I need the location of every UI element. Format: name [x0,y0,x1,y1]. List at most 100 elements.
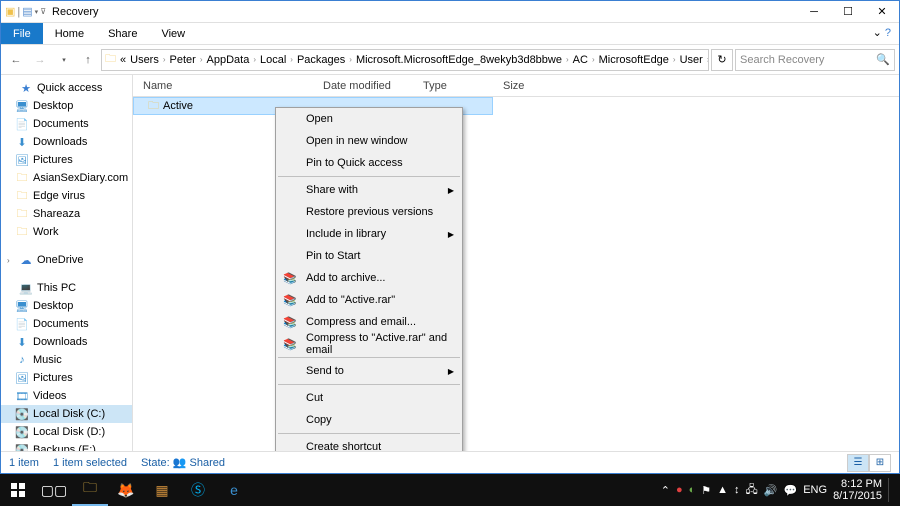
sidebar-item[interactable]: 🗀Edge virus [1,187,132,205]
sidebar-item[interactable]: ⬇Downloads [1,133,132,151]
crumb[interactable]: AppData [205,54,252,66]
sidebar-item[interactable]: 💽Backups (E:) [1,441,132,451]
menu-item-copy[interactable]: Copy [276,409,462,431]
col-date[interactable]: Date modified [313,80,413,92]
sidebar-item[interactable]: 🖼Pictures [1,151,132,169]
tray-action-center-icon[interactable]: 💬 [784,484,798,497]
sidebar-item[interactable]: ♪Music [1,351,132,369]
menu-item-cut[interactable]: Cut [276,387,462,409]
tray-clock[interactable]: 8:12 PM 8/17/2015 [833,478,882,502]
sidebar-item[interactable]: 🖥Desktop [1,97,132,115]
crumb[interactable]: Peter [168,54,198,66]
menu-label: Include in library [306,228,386,240]
menu-item-pin-to-start[interactable]: Pin to Start [276,245,462,267]
sidebar-item-local-disk-c[interactable]: 💽Local Disk (C:) [1,405,132,423]
task-view-button[interactable]: ▢▢ [36,474,72,506]
sidebar-item[interactable]: 🗀Shareaza [1,205,132,223]
menu-icon: 📚 [282,316,298,329]
crumb[interactable]: Microsoft.MicrosoftEdge_8wekyb3d8bbwe [354,54,564,66]
file-list[interactable]: 🗀 Active OpenOpen in new windowPin to Qu… [133,97,899,451]
menu-item-restore-previous-versions[interactable]: Restore previous versions [276,201,462,223]
menu-item-send-to[interactable]: Send to▶ [276,360,462,382]
titlebar: ▣ | ▤ ▾ ⊽ Recovery ─ ☐ ✕ [1,1,899,23]
tab-share[interactable]: Share [96,23,149,44]
start-button[interactable] [0,474,36,506]
back-button[interactable]: ← [5,49,27,71]
tray-icon[interactable]: ◐ [689,484,696,496]
crumb[interactable]: MicrosoftEdge [597,54,671,66]
taskbar-edge[interactable]: e [216,474,252,506]
close-button[interactable]: ✕ [865,1,899,23]
file-name: Active [163,100,193,112]
tray-icon[interactable]: ● [676,484,683,496]
menu-item-include-in-library[interactable]: Include in library▶ [276,223,462,245]
sidebar-item[interactable]: 📄Documents [1,315,132,333]
taskbar-explorer[interactable]: 🗀 [72,474,108,506]
up-button[interactable]: ↑ [77,49,99,71]
menu-item-compress-to-active-rar-and-email[interactable]: 📚Compress to "Active.rar" and email [276,333,462,355]
tab-view[interactable]: View [149,23,197,44]
taskbar-skype[interactable]: Ⓢ [180,474,216,506]
tray-network-icon[interactable]: 🖧 [746,481,758,500]
menu-item-create-shortcut[interactable]: Create shortcut [276,436,462,451]
col-size[interactable]: Size [493,80,553,92]
sidebar-onedrive[interactable]: ›☁OneDrive [1,251,132,269]
tab-home[interactable]: Home [43,23,96,44]
sidebar-this-pc[interactable]: 💻This PC [1,279,132,297]
menu-item-compress-and-email[interactable]: 📚Compress and email... [276,311,462,333]
maximize-button[interactable]: ☐ [831,1,865,23]
crumb[interactable]: AC [571,54,590,66]
menu-label: Pin to Quick access [306,157,403,169]
tray-icon[interactable]: ↕ [734,484,740,496]
recent-dropdown[interactable]: ▾ [53,49,75,71]
sidebar-item[interactable]: ⬇Downloads [1,333,132,351]
taskbar-app[interactable]: ▦ [144,474,180,506]
folder-icon: 🗀 [15,189,29,203]
menu-item-open[interactable]: Open [276,108,462,130]
show-desktop-button[interactable] [888,478,894,502]
documents-icon: 📄 [15,317,29,331]
menu-item-add-to-active-rar[interactable]: 📚Add to "Active.rar" [276,289,462,311]
menu-item-share-with[interactable]: Share with▶ [276,179,462,201]
sidebar-item[interactable]: 🖥Desktop [1,297,132,315]
tray-overflow-icon[interactable]: ⌃ [661,484,670,497]
crumb[interactable]: « [118,54,128,66]
menu-separator [278,357,460,358]
taskbar-firefox[interactable]: 🦊 [108,474,144,506]
tray-icon[interactable]: ▲ [717,484,728,496]
sidebar-item[interactable]: 🗀Work [1,223,132,241]
view-details-button[interactable]: ☰ [847,454,869,472]
crumb[interactable]: User [678,54,705,66]
col-type[interactable]: Type [413,80,493,92]
minimize-button[interactable]: ─ [797,1,831,23]
search-box[interactable]: Search Recovery 🔍 [735,49,895,71]
sidebar-item[interactable]: 📄Documents [1,115,132,133]
sidebar-item[interactable]: 💽Local Disk (D:) [1,423,132,441]
menu-item-open-in-new-window[interactable]: Open in new window [276,130,462,152]
navbar: ← → ▾ ↑ 🗀 « Users› Peter› AppData› Local… [1,45,899,75]
col-name[interactable]: Name [133,80,313,92]
sidebar-item[interactable]: 🎞Videos [1,387,132,405]
crumb[interactable]: Packages [295,54,347,66]
qat-properties-icon[interactable]: ▤ [22,5,32,18]
menu-label: Copy [306,414,332,426]
refresh-button[interactable]: ↻ [711,49,733,71]
address-bar[interactable]: 🗀 « Users› Peter› AppData› Local› Packag… [101,49,709,71]
ribbon-expand-icon[interactable]: ⌄ ? [865,23,899,44]
forward-button[interactable]: → [29,49,51,71]
sidebar-quick-access[interactable]: ★Quick access [1,79,132,97]
qat-dropdown-icon[interactable]: ▾ [35,8,39,16]
drive-icon: 💽 [15,407,29,421]
file-tab[interactable]: File [1,23,43,44]
qat-overflow[interactable]: ⊽ [40,7,46,16]
tray-language[interactable]: ENG [803,484,827,496]
tray-volume-icon[interactable]: 🔊 [764,484,778,497]
crumb[interactable]: Users [128,54,161,66]
sidebar-item[interactable]: 🖼Pictures [1,369,132,387]
crumb[interactable]: Local [258,54,288,66]
menu-item-add-to-archive[interactable]: 📚Add to archive... [276,267,462,289]
sidebar-item[interactable]: 🗀AsianSexDiary.com [1,169,132,187]
tray-icon[interactable]: ⚑ [701,484,711,497]
menu-item-pin-to-quick-access[interactable]: Pin to Quick access [276,152,462,174]
view-large-icons-button[interactable]: ⊞ [869,454,891,472]
